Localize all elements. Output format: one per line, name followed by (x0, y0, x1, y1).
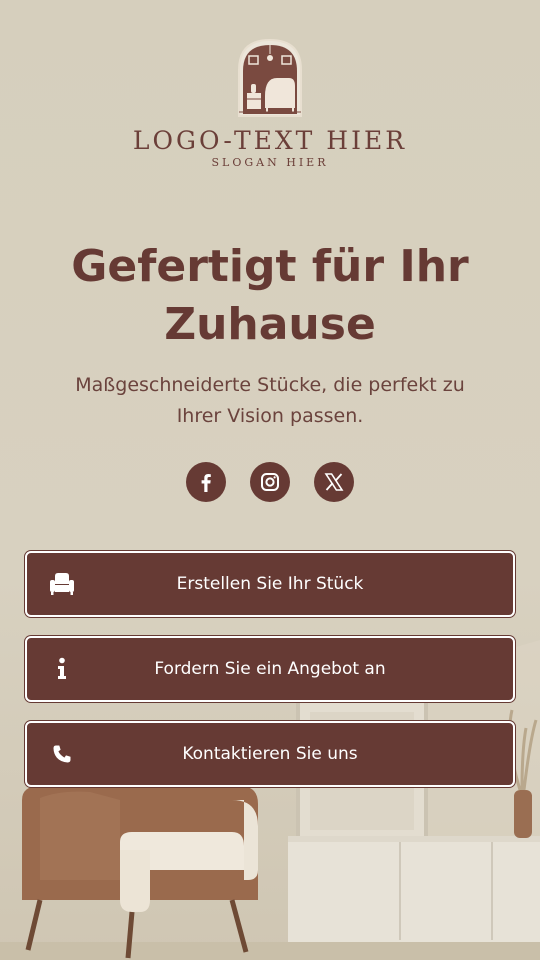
create-piece-button-label: Erstellen Sie Ihr Stück (176, 574, 364, 594)
phone-icon (49, 741, 75, 767)
logo: LOGO-TEXT HIER SLOGAN HIER (0, 38, 540, 170)
request-quote-button-label: Fordern Sie ein Angebot an (154, 659, 386, 679)
armchair-icon (49, 571, 75, 597)
social-links (0, 462, 540, 502)
info-icon (49, 656, 75, 682)
armchair-room-logo-icon (238, 38, 302, 117)
logo-text: LOGO-TEXT HIER (132, 126, 408, 155)
request-quote-button[interactable]: Fordern Sie ein Angebot an (25, 636, 515, 702)
x-icon (324, 473, 344, 491)
contact-button-label: Kontaktieren Sie uns (182, 744, 358, 764)
instagram-icon (261, 473, 279, 491)
page-subtitle: Maßgeschneiderte Stücke, die perfekt zu … (75, 374, 465, 427)
x-link[interactable] (314, 462, 354, 502)
facebook-icon (201, 474, 211, 492)
instagram-link[interactable] (250, 462, 290, 502)
create-piece-button[interactable]: Erstellen Sie Ihr Stück (25, 551, 515, 617)
page-title: Gefertigt für Ihr Zuhause (71, 241, 469, 350)
contact-button[interactable]: Kontaktieren Sie uns (25, 721, 515, 787)
facebook-link[interactable] (186, 462, 226, 502)
logo-slogan: SLOGAN HIER (211, 156, 329, 169)
